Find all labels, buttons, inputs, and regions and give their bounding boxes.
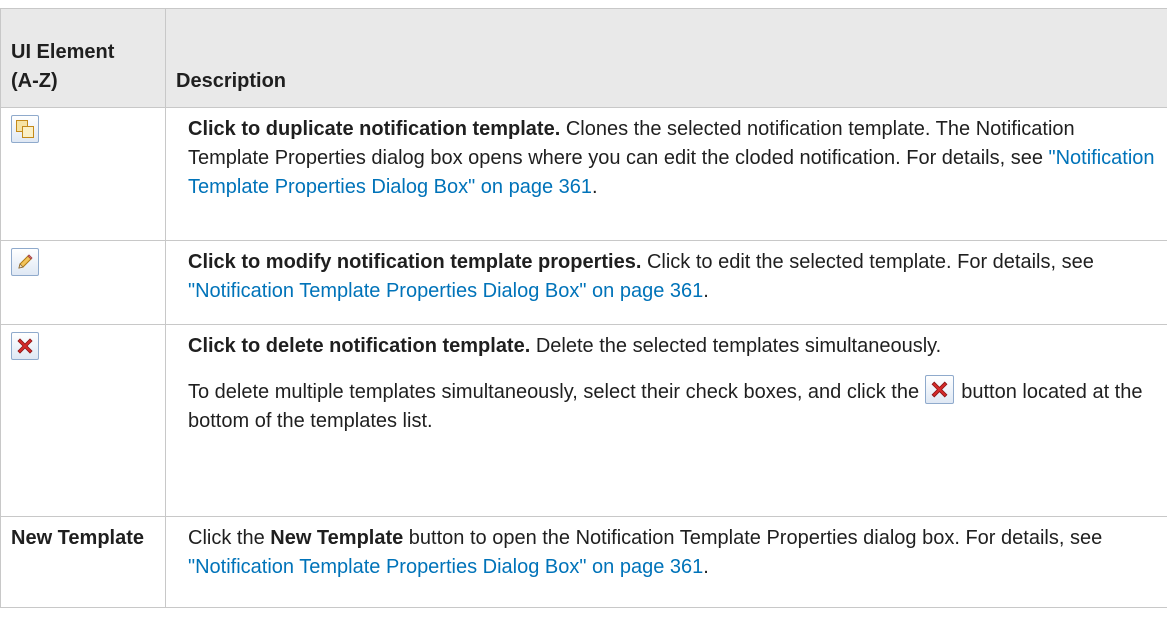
description-text: Click to edit the selected template. For… — [641, 251, 1094, 273]
description-lead: Click to delete notification template. — [188, 335, 531, 357]
description-paragraph-1: Click to delete notification template. D… — [188, 332, 1159, 361]
new-template-button-name: New Template — [270, 527, 404, 549]
description-cell: Click to duplicate notification template… — [165, 107, 1167, 241]
ui-element-cell — [0, 107, 166, 241]
description-text: To delete multiple templates simultaneou… — [188, 381, 925, 403]
description-paragraph-2: To delete multiple templates simultaneou… — [188, 375, 1159, 436]
description-cell: Click to modify notification template pr… — [165, 240, 1167, 325]
ui-element-cell — [0, 240, 166, 325]
properties-dialog-link[interactable]: "Notification Template Properties Dialog… — [188, 556, 703, 578]
table-header-row: UI Element (A-Z) Description — [0, 8, 1167, 108]
table-row: Click to delete notification template. D… — [0, 324, 1167, 517]
delete-x-icon[interactable] — [11, 332, 39, 360]
ui-element-cell: New Template — [0, 516, 166, 608]
properties-dialog-link[interactable]: "Notification Template Properties Dialog… — [188, 280, 703, 302]
table-row: Click to modify notification template pr… — [0, 240, 1167, 325]
table-row: New Template Click the New Template butt… — [0, 516, 1167, 608]
edit-pencil-icon[interactable] — [11, 248, 39, 276]
ui-element-name: New Template — [11, 527, 144, 549]
description-text-end: . — [703, 280, 709, 302]
table-row: Click to duplicate notification template… — [0, 107, 1167, 241]
description-text: Delete the selected templates simultaneo… — [530, 335, 942, 357]
ui-elements-table: UI Element (A-Z) Description Click to du… — [0, 8, 1167, 608]
description-text: button to open the Notification Template… — [403, 527, 1103, 549]
column-header-description: Description — [165, 8, 1167, 108]
column-header-ui-element-line2: (A-Z) — [11, 70, 58, 92]
ui-element-cell — [0, 324, 166, 517]
delete-x-icon — [924, 375, 954, 404]
description-text-end: . — [592, 176, 598, 198]
duplicate-icon[interactable] — [11, 115, 39, 143]
column-header-ui-element: UI Element (A-Z) — [0, 8, 166, 108]
column-header-ui-element-line1: UI Element — [11, 41, 115, 63]
description-cell: Click to delete notification template. D… — [165, 324, 1167, 517]
description-cell: Click the New Template button to open th… — [165, 516, 1167, 608]
description-text-end: . — [703, 556, 709, 578]
description-lead: Click to modify notification template pr… — [188, 251, 642, 273]
description-text: Click the — [188, 527, 271, 549]
description-lead: Click to duplicate notification template… — [188, 118, 561, 140]
